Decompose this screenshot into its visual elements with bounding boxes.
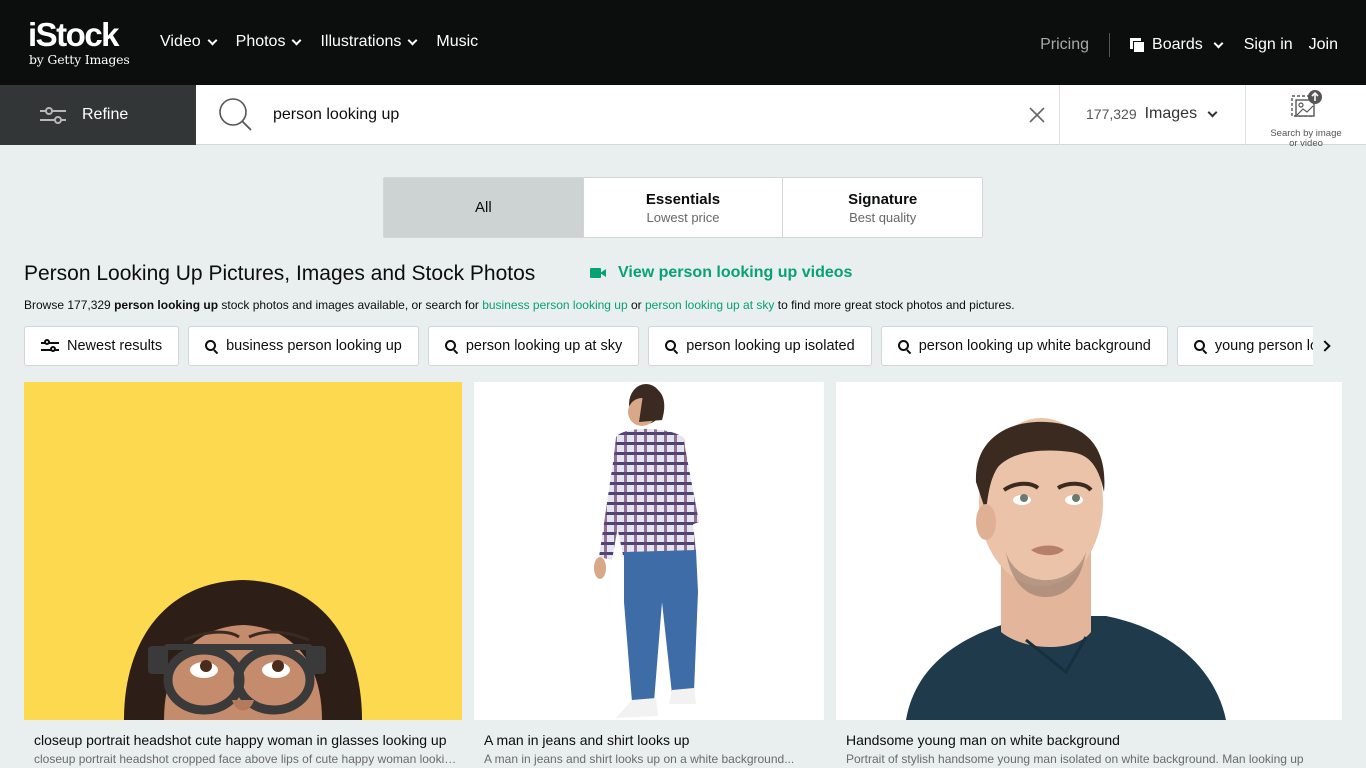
boards-label: Boards [1152,36,1203,53]
boards-menu[interactable]: Boards [1130,36,1224,54]
license-tabs: All Essentials Lowest price Signature Be… [383,177,983,238]
divider [1059,85,1060,145]
result-title[interactable]: Handsome young man on white background [836,732,1342,748]
sliders-icon [41,339,59,353]
image-upload-icon [1291,90,1322,117]
chip-related-search[interactable]: person looking up white background [880,326,1168,366]
result-image[interactable] [836,382,1342,720]
join-link[interactable]: Join [1309,36,1338,54]
chip-label: person looking up at sky [465,338,623,354]
browse-term: person looking up [114,298,219,312]
browse-description: Browse 177,329 person looking up stock p… [24,298,1015,312]
main-nav: Video Photos Illustrations Music [160,33,478,51]
chip-label: Newest results [67,338,163,354]
chevron-down-icon [407,35,418,45]
result-image[interactable] [474,382,824,720]
result-card[interactable]: A man in jeans and shirt looks up A man … [474,382,824,766]
search-icon [897,339,911,354]
chip-newest-results[interactable]: Newest results [24,326,180,366]
result-title[interactable]: closeup portrait headshot cute happy wom… [24,732,462,748]
refine-label: Refine [82,106,129,123]
young-man-portrait-photo [906,418,1226,720]
logo-wordmark: iStock [28,16,120,53]
search-by-image-button[interactable]: Search by image or video [1246,90,1366,149]
refine-button[interactable]: Refine [0,85,196,145]
tab-all[interactable]: All [384,178,584,237]
logo-tagline: by Getty Images [29,52,130,67]
result-description: closeup portrait headshot cropped face a… [34,752,462,766]
search-icon [665,339,679,354]
chips-scroll-right-button[interactable] [1318,336,1338,356]
clear-search-icon[interactable] [1027,105,1047,125]
view-videos-link[interactable]: View person looking up videos [590,264,852,282]
asset-type-dropdown[interactable]: 177,329 Images [1086,105,1218,123]
pricing-link[interactable]: Pricing [1040,36,1089,54]
tab-essentials-label: Essentials [645,190,721,208]
tab-all-label: All [475,199,492,216]
tab-essentials[interactable]: Essentials Lowest price [584,178,784,237]
nav-divider [1109,33,1111,57]
search-by-image-label: Search by image or video [1270,128,1342,149]
result-card[interactable]: closeup portrait headshot cute happy wom… [24,382,462,766]
chevron-right-icon [1319,340,1331,352]
search-input[interactable] [273,103,993,127]
chip-related-search[interactable]: business person looking up [188,326,419,366]
asset-type-label: Images [1144,105,1198,122]
nav-video-label: Video [160,33,201,50]
chip-label: person looking up isolated [686,338,855,354]
chevron-down-icon [1213,38,1224,48]
sign-in-link[interactable]: Sign in [1244,36,1293,54]
result-card[interactable]: Handsome young man on white background P… [836,382,1342,766]
search-icon [205,339,219,354]
tab-essentials-subtitle: Lowest price [646,209,720,225]
nav-video[interactable]: Video [160,33,218,51]
nav-illustrations[interactable]: Illustrations [320,33,418,51]
chip-related-search[interactable]: person looking up at sky [427,326,640,366]
top-navigation: iStock by Getty Images Video Photos Illu… [0,0,1366,85]
nav-illustrations-label: Illustrations [320,33,402,50]
video-camera-icon [590,268,606,278]
nav-music[interactable]: Music [436,33,478,51]
nav-photos-label: Photos [235,33,286,50]
istock-logo[interactable]: iStock by Getty Images [28,16,138,68]
tab-signature-label: Signature [848,190,918,208]
search-icon[interactable] [218,97,252,131]
result-description: Portrait of stylish handsome young man i… [846,752,1304,766]
view-videos-label: View person looking up videos [618,264,853,281]
search-bar: Refine 177,329 Images Search by image or… [0,85,1366,149]
search-icon [444,339,459,354]
related-searches: Newest results business person looking u… [24,326,1313,366]
result-image[interactable] [24,382,462,720]
chip-label: young person looking up [1214,338,1313,354]
related-search-link[interactable]: person looking up at sky [645,298,774,312]
tab-signature[interactable]: Signature Best quality [783,178,982,237]
nav-photos[interactable]: Photos [235,33,302,51]
result-title[interactable]: A man in jeans and shirt looks up [474,732,824,748]
chevron-down-icon [1207,107,1218,117]
boards-icon [1130,38,1145,52]
chip-label: person looking up white background [918,338,1151,354]
page-title: Person Looking Up Pictures, Images and S… [24,262,536,285]
woman-glasses-photo [124,580,362,720]
chip-label: business person looking up [226,338,402,354]
search-icon [1193,339,1208,354]
result-count: 177,329 [1086,106,1137,122]
account-nav: Pricing Boards Sign in Join [1040,33,1338,57]
chevron-down-icon [292,35,302,45]
chevron-down-icon [207,35,218,45]
related-search-link[interactable]: business person looking up [482,298,627,312]
tab-signature-subtitle: Best quality [849,209,917,225]
man-jeans-shirt-photo [594,384,699,718]
sliders-icon [40,105,66,125]
nav-music-label: Music [436,33,479,50]
chip-related-search[interactable]: person looking up isolated [648,326,872,366]
result-description: A man in jeans and shirt looks up on a w… [484,752,795,766]
chip-related-search[interactable]: young person looking up [1176,326,1313,366]
